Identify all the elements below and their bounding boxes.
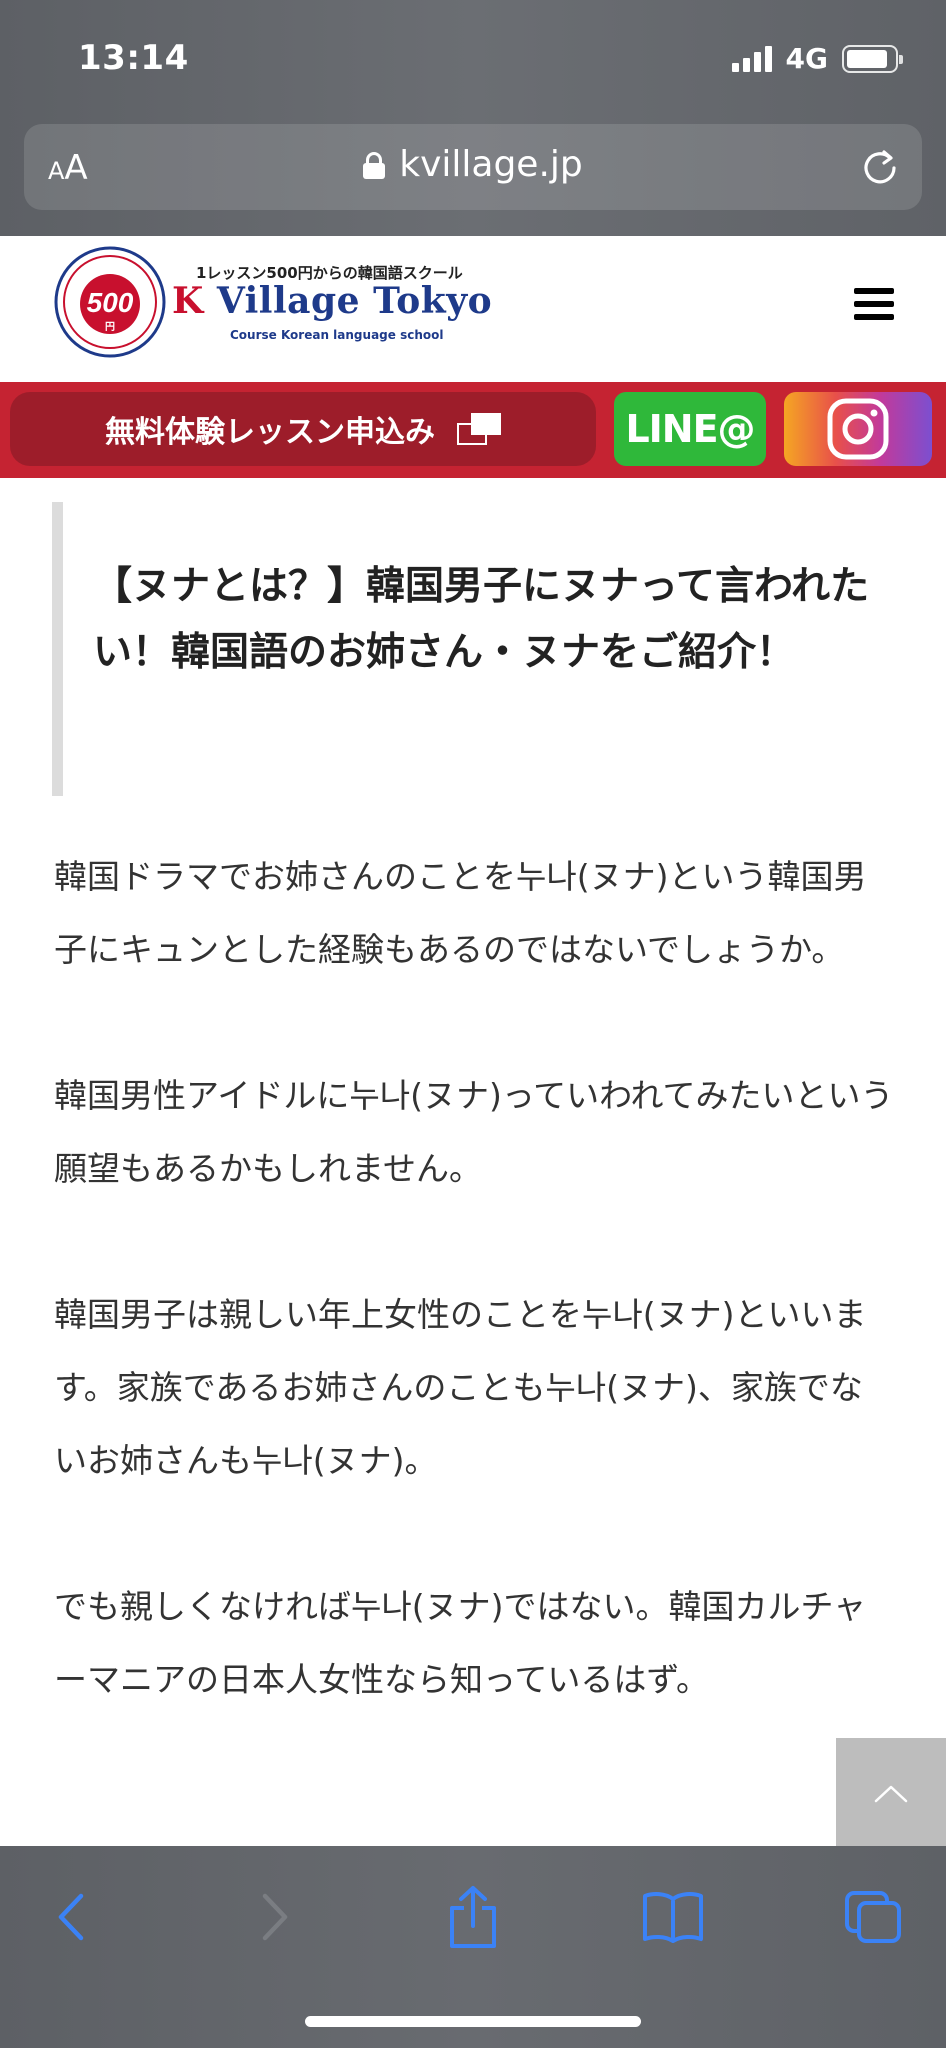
line-button[interactable]: LINE@	[614, 392, 766, 466]
address-bar[interactable]: AA kvillage.jp	[24, 124, 922, 210]
article-title-block: 【ヌナとは？】韓国男子にヌナって言われたい！韓国語のお姉さん・ヌナをご紹介！	[52, 502, 892, 796]
article-content: 【ヌナとは？】韓国男子にヌナって言われたい！韓国語のお姉さん・ヌナをご紹介！ 韓…	[0, 478, 946, 1846]
url-text: kvillage.jp	[399, 144, 583, 185]
article-paragraph: 韓国ドラマでお姉さんのことを누나(ヌナ)という韓国男子にキュンとした経験もあるの…	[54, 857, 867, 969]
site-logo-name[interactable]: K Village Tokyo	[172, 280, 492, 322]
instagram-button[interactable]	[784, 392, 932, 466]
svg-text:円: 円	[105, 321, 115, 333]
free-trial-label: 無料体験レッスン申込み	[105, 415, 435, 450]
tabs-icon	[845, 1891, 901, 1943]
article-paragraph: 韓国男子は親しい年上女性のことを누나(ヌナ)といいます。家族であるお姉さんのこと…	[54, 1295, 867, 1480]
scroll-to-top-button[interactable]	[836, 1738, 946, 1848]
forward-button[interactable]	[240, 1882, 310, 1952]
browser-screen: 13:14 4G AA kvillage.jp 500 円 1レッスン500円か…	[0, 0, 946, 2048]
share-icon	[450, 1886, 496, 1948]
chevron-right-icon	[262, 1893, 288, 1941]
free-trial-button[interactable]: 無料体験レッスン申込み	[10, 392, 596, 466]
svg-text:500: 500	[87, 287, 134, 318]
signal-icon	[731, 45, 772, 72]
reload-icon[interactable]	[860, 146, 900, 186]
battery-icon	[842, 44, 903, 73]
back-button[interactable]	[36, 1882, 106, 1952]
lock-icon	[363, 151, 386, 179]
cta-bar: 無料体験レッスン申込み LINE@	[0, 382, 946, 478]
book-icon	[643, 1892, 703, 1943]
article-body: 韓国ドラマでお姉さんのことを누나(ヌナ)という韓国男子にキュンとした経験もあるの…	[54, 840, 894, 1789]
instagram-icon	[827, 398, 889, 460]
browser-top-chrome: 13:14 4G AA kvillage.jp	[0, 0, 946, 236]
bookmarks-button[interactable]	[638, 1882, 708, 1952]
share-button[interactable]	[438, 1882, 508, 1952]
status-indicators: 4G	[731, 42, 903, 75]
chevron-up-icon	[874, 1785, 908, 1803]
chevron-left-icon	[58, 1893, 84, 1941]
browser-toolbar	[0, 1846, 946, 2048]
article-paragraph: 韓国男性アイドルに누나(ヌナ)っていわれてみたいという願望もあるかもしれません。	[54, 1076, 894, 1188]
tabs-button[interactable]	[838, 1882, 908, 1952]
article-title: 【ヌナとは？】韓国男子にヌナって言われたい！韓国語のお姉さん・ヌナをご紹介！	[93, 564, 870, 675]
home-indicator[interactable]	[305, 2016, 641, 2027]
url-display[interactable]: kvillage.jp	[24, 144, 922, 185]
external-window-icon	[457, 413, 501, 445]
site-header: 500 円 1レッスン500円からの韓国語スクール K Village Toky…	[0, 236, 946, 382]
logo-badge-icon[interactable]: 500 円	[54, 246, 166, 358]
hamburger-icon[interactable]	[854, 288, 894, 320]
network-type: 4G	[785, 42, 828, 75]
status-time: 13:14	[78, 38, 189, 78]
site-logo-subtitle: Course Korean language school	[230, 328, 444, 342]
article-paragraph: でも親しくなければ누나(ヌナ)ではない。韓国カルチャーマニアの日本人女性なら知っ…	[54, 1587, 867, 1699]
